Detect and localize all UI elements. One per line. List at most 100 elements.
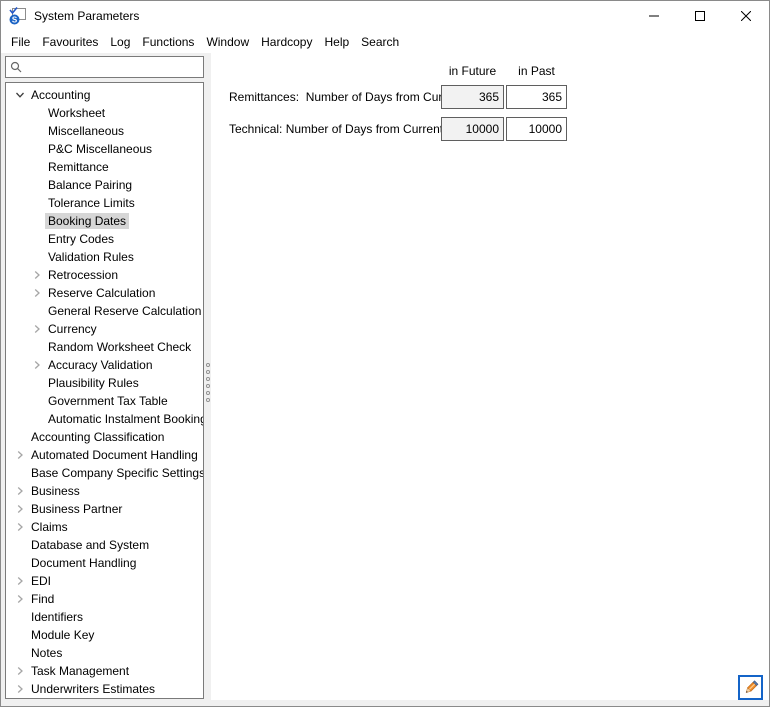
tree-item-claims[interactable]: Claims xyxy=(6,518,203,536)
tree-item-retrocession[interactable]: Retrocession xyxy=(6,266,203,284)
tree-item-automated-document-handling[interactable]: Automated Document Handling xyxy=(6,446,203,464)
technical-in-past-field[interactable] xyxy=(506,117,567,141)
chevron-right-icon[interactable] xyxy=(12,448,28,462)
remittances-in-future-field[interactable] xyxy=(441,85,504,109)
tree-item-label[interactable]: Accounting xyxy=(28,87,93,103)
chevron-right-icon[interactable] xyxy=(29,268,45,282)
menu-item-search[interactable]: Search xyxy=(355,32,405,52)
tree-item-accounting[interactable]: Accounting xyxy=(6,86,203,104)
tree-item-label[interactable]: EDI xyxy=(28,573,54,589)
tree-item-label[interactable]: Notes xyxy=(28,645,65,661)
tree-item-label[interactable]: Automatic Instalment Booking xyxy=(45,411,204,427)
chevron-right-icon[interactable] xyxy=(12,592,28,606)
tree-item-label[interactable]: Identifiers xyxy=(28,609,86,625)
tree-item-task-management[interactable]: Task Management xyxy=(6,662,203,680)
tree-item-label[interactable]: Business Partner xyxy=(28,501,125,517)
tree-item-government-tax-table[interactable]: Government Tax Table xyxy=(6,392,203,410)
tree-item-general-reserve-calculation[interactable]: General Reserve Calculation xyxy=(6,302,203,320)
chevron-right-icon[interactable] xyxy=(29,322,45,336)
tree-item-label[interactable]: Database and System xyxy=(28,537,152,553)
tree-item-base-company-specific-settings[interactable]: Base Company Specific Settings xyxy=(6,464,203,482)
tree-item-label[interactable]: Currency xyxy=(45,321,100,337)
tree-item-label[interactable]: Business xyxy=(28,483,83,499)
tree-item-notes[interactable]: Notes xyxy=(6,644,203,662)
tree-item-miscellaneous[interactable]: Miscellaneous xyxy=(6,122,203,140)
chevron-right-icon[interactable] xyxy=(29,358,45,372)
tree-item-validation-rules[interactable]: Validation Rules xyxy=(6,248,203,266)
chevron-spacer xyxy=(29,178,45,192)
tree-item-label[interactable]: Entry Codes xyxy=(45,231,117,247)
search-input[interactable] xyxy=(25,58,203,76)
tree-item-label[interactable]: Miscellaneous xyxy=(45,123,127,139)
menu-item-favourites[interactable]: Favourites xyxy=(36,32,104,52)
chevron-right-icon[interactable] xyxy=(12,682,28,696)
tree-item-document-handling[interactable]: Document Handling xyxy=(6,554,203,572)
technical-in-future-field[interactable] xyxy=(441,117,504,141)
tree-item-label[interactable]: Accounting Classification xyxy=(28,429,167,445)
edit-button[interactable] xyxy=(738,675,763,700)
tree-item-underwriters-estimates[interactable]: Underwriters Estimates xyxy=(6,680,203,698)
tree-item-label[interactable]: Remittance xyxy=(45,159,112,175)
maximize-button[interactable] xyxy=(677,1,723,31)
menu-item-window[interactable]: Window xyxy=(200,32,255,52)
tree-item-reserve-calculation[interactable]: Reserve Calculation xyxy=(6,284,203,302)
tree-item-label[interactable]: Balance Pairing xyxy=(45,177,135,193)
tree-item-label[interactable]: Base Company Specific Settings xyxy=(28,465,204,481)
tree-item-label[interactable]: Validation Rules xyxy=(45,249,137,265)
tree-item-label[interactable]: General Reserve Calculation xyxy=(45,303,204,319)
tree-item-label[interactable]: Reserve Calculation xyxy=(45,285,158,301)
menu-item-file[interactable]: File xyxy=(5,32,36,52)
tree-item-edi[interactable]: EDI xyxy=(6,572,203,590)
tree-item-label[interactable]: Underwriters Estimates xyxy=(28,681,158,697)
tree-item-entry-codes[interactable]: Entry Codes xyxy=(6,230,203,248)
tree-item-plausibility-rules[interactable]: Plausibility Rules xyxy=(6,374,203,392)
search-box[interactable] xyxy=(5,56,204,78)
tree-item-database-and-system[interactable]: Database and System xyxy=(6,536,203,554)
tree-item-accuracy-validation[interactable]: Accuracy Validation xyxy=(6,356,203,374)
remittances-in-past-field[interactable] xyxy=(506,85,567,109)
tree-item-label[interactable]: Claims xyxy=(28,519,71,535)
tree-item-tolerance-limits[interactable]: Tolerance Limits xyxy=(6,194,203,212)
tree-item-module-key[interactable]: Module Key xyxy=(6,626,203,644)
tree-item-label[interactable]: Find xyxy=(28,591,57,607)
tree-item-balance-pairing[interactable]: Balance Pairing xyxy=(6,176,203,194)
tree-item-accounting-classification[interactable]: Accounting Classification xyxy=(6,428,203,446)
tree-item-label[interactable]: Government Tax Table xyxy=(45,393,171,409)
tree-item-label[interactable]: Document Handling xyxy=(28,555,139,571)
close-button[interactable] xyxy=(723,1,769,31)
tree-item-label[interactable]: P&C Miscellaneous xyxy=(45,141,155,157)
chevron-right-icon[interactable] xyxy=(12,502,28,516)
tree-item-label[interactable]: Random Worksheet Check xyxy=(45,339,194,355)
tree-item-label[interactable]: Booking Dates xyxy=(45,213,129,229)
tree-item-label[interactable]: Plausibility Rules xyxy=(45,375,142,391)
menu-item-hardcopy[interactable]: Hardcopy xyxy=(255,32,318,52)
menu-item-functions[interactable]: Functions xyxy=(136,32,200,52)
tree-item-label[interactable]: Task Management xyxy=(28,663,132,679)
tree-item-label[interactable]: Worksheet xyxy=(45,105,108,121)
tree-item-remittance[interactable]: Remittance xyxy=(6,158,203,176)
tree-item-currency[interactable]: Currency xyxy=(6,320,203,338)
minimize-button[interactable] xyxy=(631,1,677,31)
tree-item-business-partner[interactable]: Business Partner xyxy=(6,500,203,518)
tree-item-booking-dates[interactable]: Booking Dates xyxy=(6,212,203,230)
chevron-right-icon[interactable] xyxy=(12,664,28,678)
chevron-right-icon[interactable] xyxy=(12,574,28,588)
tree-item-label[interactable]: Module Key xyxy=(28,627,97,643)
tree-item-business[interactable]: Business xyxy=(6,482,203,500)
chevron-down-icon[interactable] xyxy=(12,88,28,102)
tree-item-label[interactable]: Automated Document Handling xyxy=(28,447,201,463)
tree-item-worksheet[interactable]: Worksheet xyxy=(6,104,203,122)
tree-item-label[interactable]: Accuracy Validation xyxy=(45,357,156,373)
menu-item-help[interactable]: Help xyxy=(318,32,355,52)
chevron-right-icon[interactable] xyxy=(12,484,28,498)
menu-item-log[interactable]: Log xyxy=(104,32,136,52)
tree-item-label[interactable]: Retrocession xyxy=(45,267,121,283)
tree-item-automatic-instalment-booking[interactable]: Automatic Instalment Booking xyxy=(6,410,203,428)
tree-item-identifiers[interactable]: Identifiers xyxy=(6,608,203,626)
tree-item-find[interactable]: Find xyxy=(6,590,203,608)
chevron-right-icon[interactable] xyxy=(29,286,45,300)
tree-item-label[interactable]: Tolerance Limits xyxy=(45,195,138,211)
tree-item-random-worksheet-check[interactable]: Random Worksheet Check xyxy=(6,338,203,356)
tree-item-p-c-miscellaneous[interactable]: P&C Miscellaneous xyxy=(6,140,203,158)
chevron-right-icon[interactable] xyxy=(12,520,28,534)
